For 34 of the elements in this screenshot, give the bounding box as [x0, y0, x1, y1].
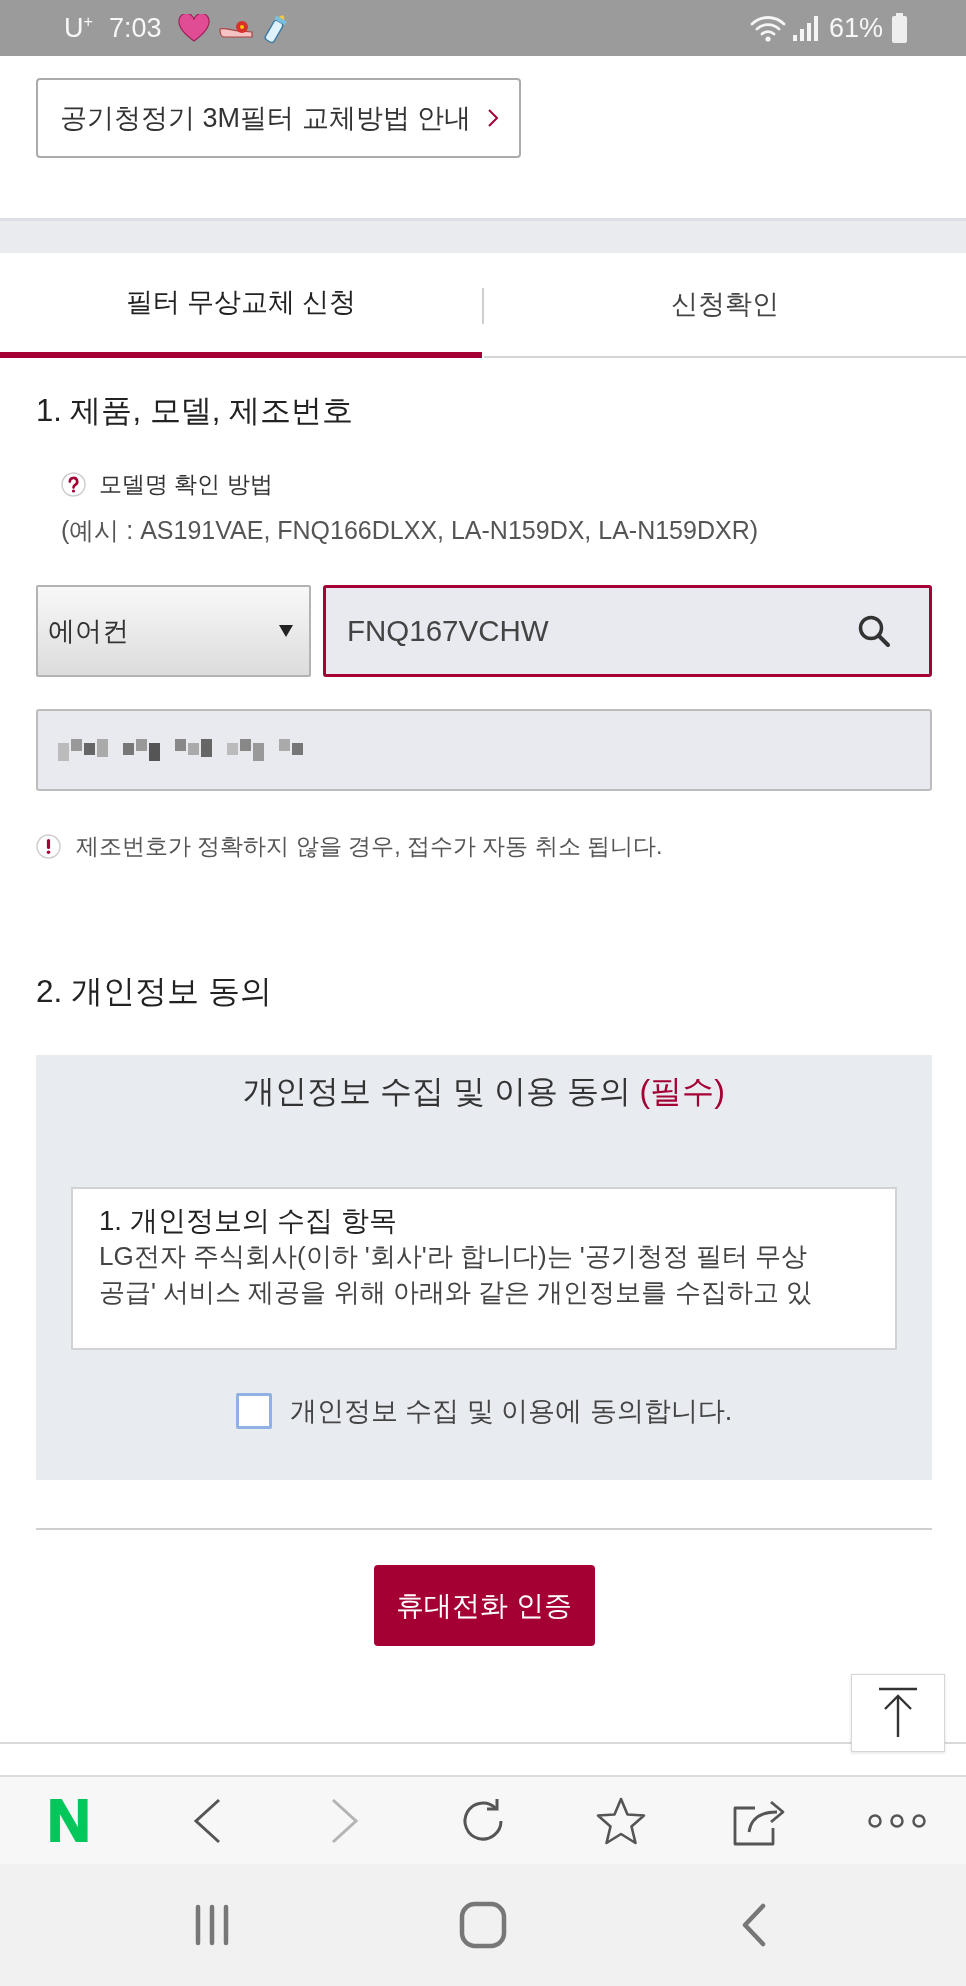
category-select[interactable]: 에어컨 [36, 585, 311, 677]
home-icon[interactable] [459, 1901, 507, 1949]
search-icon[interactable] [857, 614, 891, 648]
back-icon[interactable] [192, 1796, 222, 1845]
battery-text: 61% [828, 11, 883, 45]
time-text: 7:03 [108, 11, 162, 45]
help-icon [61, 471, 86, 497]
agree-checkbox[interactable] [235, 1393, 272, 1430]
terms-heading: 1. 개인정보의 수집 항목 [99, 1204, 398, 1238]
wifi-icon [748, 13, 787, 43]
star-icon[interactable] [595, 1795, 647, 1846]
section-title: 1. 제품, 모델, 제조번호 [36, 393, 354, 429]
serial-number-field[interactable] [36, 709, 932, 791]
verify-button[interactable]: 휴대전화 인증 [373, 1565, 595, 1646]
battery-icon [891, 13, 908, 43]
model-help-link[interactable]: 모델명 확인 방법 [99, 470, 273, 498]
consent-title: 개인정보 수집 및 이용 동의 [243, 1073, 631, 1109]
carrier-text: U$^{+}$ [64, 11, 93, 45]
heart-icon [177, 14, 210, 42]
back-icon[interactable] [741, 1903, 767, 1947]
chevron-icon [487, 108, 499, 128]
caret-icon [279, 625, 293, 637]
scroll-top-button[interactable] [851, 1674, 945, 1752]
warning-text: 제조번호가 정확하지 않을 경우, 접수가 자동 취소 됩니다. [76, 832, 663, 860]
example-text: (예시 : AS191VAE, FNQ166DLXX, LA-N159DX, LA-N159DXR) [60, 516, 760, 544]
signal-icon [790, 14, 821, 42]
warning-icon [36, 833, 61, 859]
terms-text: LG전자 주식회사(이하 '회사'라 합니다)는 '공기청정 필터 무상 공급' 서비스 제공을 위해 아래와 같은 개인정보를 수집하고 있 [99, 1240, 813, 1309]
agree-label[interactable]: 개인정보 수집 및 이용에 동의합니다. [289, 1391, 733, 1432]
more-icon[interactable] [867, 1812, 927, 1829]
section-title: 2. 개인정보 동의 [36, 973, 273, 1009]
guide-button[interactable]: 공기청정기 3M필터 교체방법 안내 [36, 78, 521, 158]
model-search-field[interactable]: FNQ167VCHW [323, 585, 932, 677]
required-label: (필수) [639, 1073, 725, 1109]
